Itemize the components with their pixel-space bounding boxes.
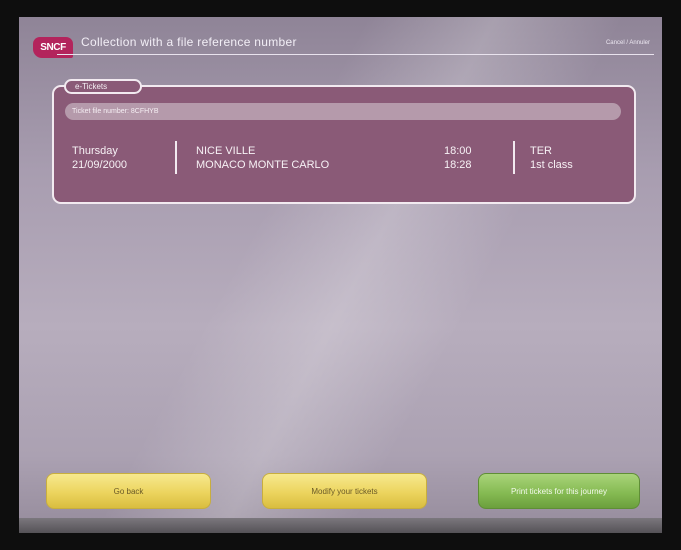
travel-class: 1st class — [530, 159, 573, 171]
departure-time: 18:00 — [444, 145, 472, 157]
ticket-reference-label: Ticket file number: 8CFHYB — [72, 108, 159, 115]
ticket-tab-label: e-Tickets — [64, 79, 142, 94]
ticket-reference-bar: Ticket file number: 8CFHYB — [65, 103, 621, 120]
modify-tickets-button[interactable]: Modify your tickets — [262, 473, 427, 509]
journey-date: 21/09/2000 — [72, 159, 128, 171]
column-divider — [513, 141, 515, 174]
print-tickets-button[interactable]: Print tickets for this journey — [478, 473, 640, 509]
header-divider — [57, 54, 654, 55]
cancel-link[interactable]: Cancel / Annuler — [606, 40, 650, 46]
column-divider — [175, 141, 177, 174]
kiosk-screen: SNCF Collection with a file reference nu… — [19, 17, 662, 533]
footer-bar — [19, 518, 662, 533]
ticket-panel: Ticket file number: 8CFHYB Thursday 21/0… — [52, 85, 636, 204]
journey-day: Thursday — [72, 145, 118, 157]
train-type: TER — [530, 145, 552, 157]
journey-destination: MONACO MONTE CARLO — [196, 159, 330, 171]
journey-origin: NICE VILLE — [196, 145, 256, 157]
page-title: Collection with a file reference number — [81, 35, 297, 49]
arrival-time: 18:28 — [444, 159, 472, 171]
go-back-button[interactable]: Go back — [46, 473, 211, 509]
